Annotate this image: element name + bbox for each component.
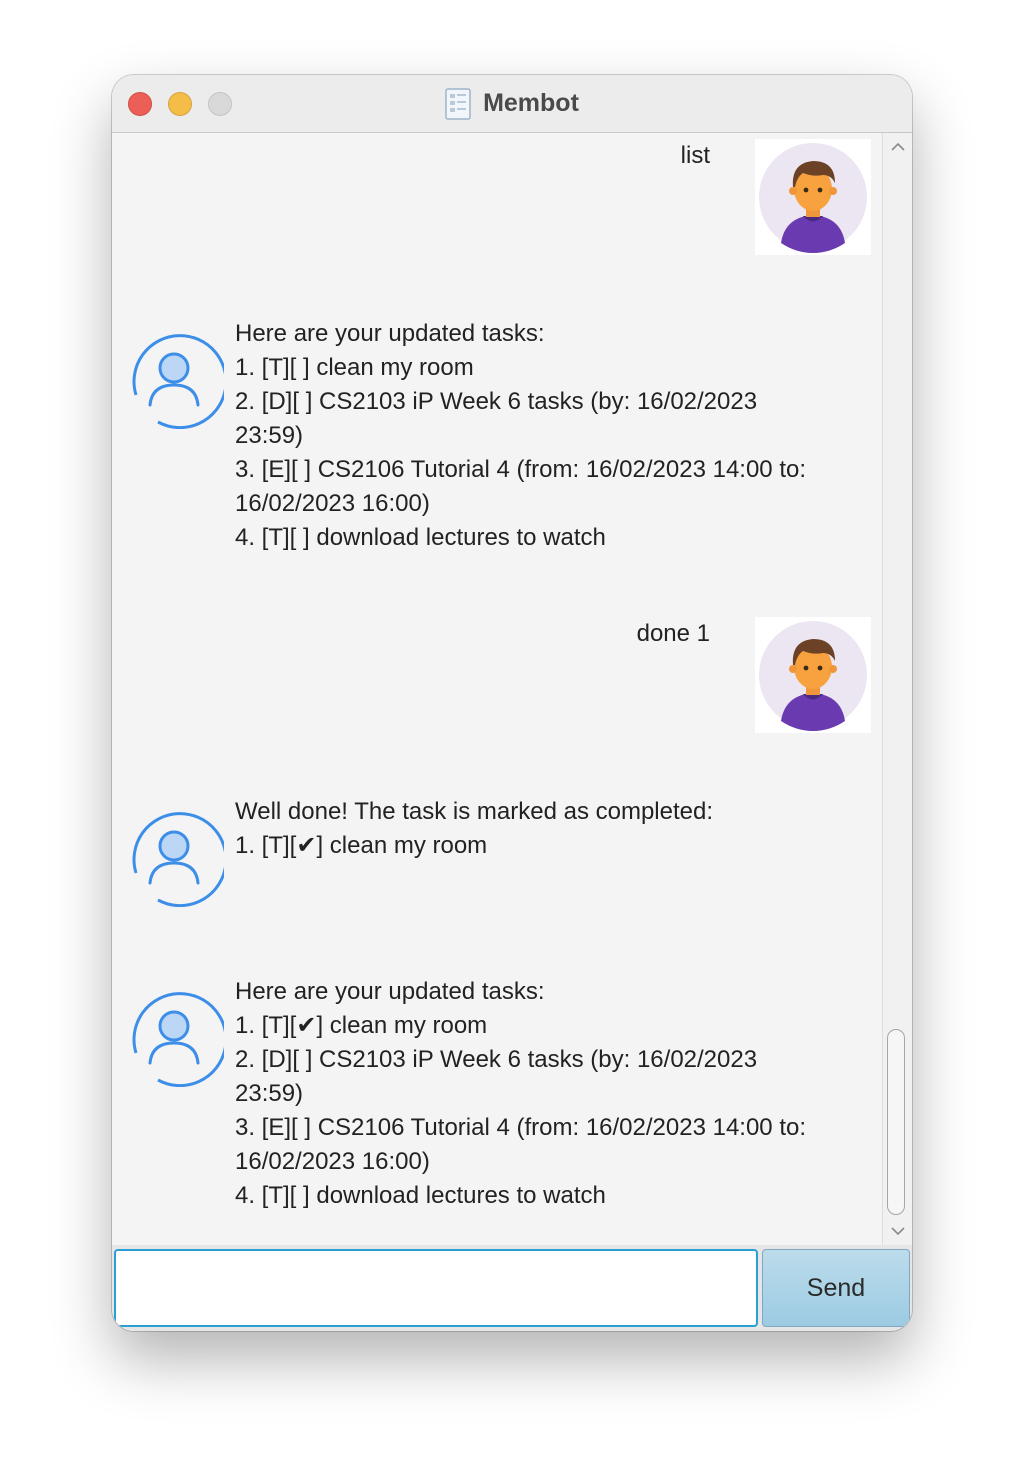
window-title: Membot <box>483 89 579 117</box>
message-line: 2. [D][ ] CS2103 iP Week 6 tasks (by: 16… <box>235 388 758 415</box>
message-line: Well done! The task is marked as complet… <box>235 798 714 825</box>
message-line: 23:59) <box>235 422 304 449</box>
message-line: Here are your updated tasks: <box>235 978 545 1005</box>
vertical-scrollbar[interactable] <box>882 133 912 1245</box>
title-wrap: Membot <box>112 75 912 132</box>
bot-message: Here are your updated tasks: 1. [T][ ] c… <box>235 317 855 555</box>
message-line: 1. [T][✔] clean my room <box>235 1012 488 1039</box>
user-avatar <box>755 617 871 733</box>
send-button[interactable]: Send <box>762 1249 910 1327</box>
message-input[interactable] <box>114 1249 758 1327</box>
message-line: 23:59) <box>235 1080 304 1107</box>
chevron-up-icon[interactable] <box>890 139 906 155</box>
input-row: Send <box>112 1245 912 1331</box>
bot-avatar-icon <box>132 334 224 429</box>
bot-message: Here are your updated tasks: 1. [T][✔] c… <box>235 975 855 1213</box>
title-bar: Membot <box>112 75 912 133</box>
user-message-text: list <box>680 142 710 169</box>
document-icon <box>445 87 471 120</box>
person-avatar-icon <box>759 621 867 731</box>
message-line: Here are your updated tasks: <box>235 320 545 347</box>
message-line: 16/02/2023 16:00) <box>235 1148 430 1175</box>
message-line: 1. [T][ ] clean my room <box>235 354 474 381</box>
message-line: 4. [T][ ] download lectures to watch <box>235 524 606 551</box>
user-message-text: done 1 <box>636 620 710 647</box>
scrollbar-thumb[interactable] <box>887 1029 905 1215</box>
app-window: Membot list Here are your updated tasks:… <box>112 75 912 1331</box>
message-line: 4. [T][ ] download lectures to watch <box>235 1182 606 1209</box>
chat-pane[interactable]: list Here are your updated tasks: 1. [T]… <box>112 133 882 1245</box>
user-message: done 1 <box>637 617 710 651</box>
chevron-down-icon[interactable] <box>890 1223 906 1239</box>
person-avatar-icon <box>759 143 867 253</box>
message-line: 1. [T][✔] clean my room <box>235 832 488 859</box>
user-message: list <box>681 139 710 173</box>
user-avatar <box>755 139 871 255</box>
bot-avatar-icon <box>132 812 224 907</box>
message-line: 2. [D][ ] CS2103 iP Week 6 tasks (by: 16… <box>235 1046 758 1073</box>
bot-message: Well done! The task is marked as complet… <box>235 795 855 863</box>
bot-avatar-icon <box>132 992 224 1087</box>
message-line: 16/02/2023 16:00) <box>235 490 430 517</box>
message-line: 3. [E][ ] CS2106 Tutorial 4 (from: 16/02… <box>235 456 807 483</box>
message-line: 3. [E][ ] CS2106 Tutorial 4 (from: 16/02… <box>235 1114 807 1141</box>
